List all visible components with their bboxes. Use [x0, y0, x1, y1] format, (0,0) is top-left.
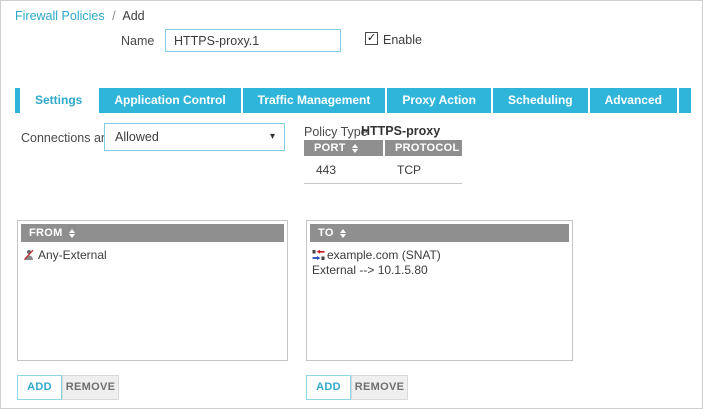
tab-bar: Settings Application Control Traffic Man…	[15, 88, 691, 113]
enable-label: Enable	[383, 33, 422, 47]
tab-traffic-management[interactable]: Traffic Management	[241, 88, 386, 113]
breadcrumb-separator: /	[112, 9, 115, 23]
to-remove-button[interactable]: REMOVE	[351, 375, 408, 400]
name-input[interactable]	[165, 29, 341, 52]
tab-advanced[interactable]: Advanced	[588, 88, 677, 113]
connections-selected-value: Allowed	[115, 130, 159, 144]
list-item[interactable]: Any-External	[21, 248, 284, 262]
enable-checkbox[interactable]: ✓	[365, 32, 378, 45]
snat-icon	[312, 249, 325, 261]
name-label: Name	[121, 34, 154, 48]
port-value: 443	[304, 163, 385, 177]
sort-icon	[340, 229, 346, 238]
from-list: FROM Any-External	[17, 220, 288, 361]
to-add-button[interactable]: ADD	[306, 375, 351, 400]
connections-are-label: Connections are	[21, 131, 112, 145]
protocol-column-header: PROTOCOL	[385, 140, 462, 156]
list-item[interactable]: example.com (SNAT) External --> 10.1.5.8…	[310, 248, 569, 279]
port-protocol-table: PORT PROTOCOL 443 TCP	[304, 140, 462, 184]
connections-select[interactable]: Allowed ▾	[104, 123, 285, 151]
to-column-header[interactable]: TO	[310, 224, 569, 242]
firewall-policy-add-page: Firewall Policies / Add Name ✓ Enable Se…	[0, 0, 703, 409]
from-column-header[interactable]: FROM	[21, 224, 284, 242]
breadcrumb-current: Add	[122, 9, 144, 23]
check-icon: ✓	[367, 32, 376, 44]
tab-settings[interactable]: Settings	[20, 88, 97, 113]
port-column-header[interactable]: PORT	[304, 140, 383, 156]
tab-application-control[interactable]: Application Control	[97, 88, 240, 113]
tab-proxy-action[interactable]: Proxy Action	[385, 88, 491, 113]
from-member-label: Any-External	[38, 248, 107, 262]
breadcrumb-firewall-policies-link[interactable]: Firewall Policies	[15, 9, 105, 23]
from-add-button[interactable]: ADD	[17, 375, 62, 400]
sort-icon	[69, 229, 75, 238]
policy-type-value: HTTPS-proxy	[361, 124, 440, 138]
tab-bar-filler	[677, 88, 691, 113]
any-external-icon	[23, 249, 36, 261]
tab-scheduling[interactable]: Scheduling	[491, 88, 588, 113]
port-table-header-row: PORT PROTOCOL	[304, 140, 462, 156]
dropdown-caret-icon: ▾	[270, 131, 275, 142]
policy-type-label: Policy Type	[304, 125, 368, 139]
to-member-label: example.com (SNAT)	[327, 248, 441, 262]
protocol-value: TCP	[385, 163, 462, 177]
to-member-snat-route: External --> 10.1.5.80	[312, 262, 569, 279]
sort-icon	[352, 144, 358, 153]
breadcrumb: Firewall Policies / Add	[15, 9, 145, 23]
table-row: 443 TCP	[304, 156, 462, 184]
to-list: TO example.com (SNAT) External --> 10	[306, 220, 573, 361]
from-remove-button[interactable]: REMOVE	[62, 375, 119, 400]
